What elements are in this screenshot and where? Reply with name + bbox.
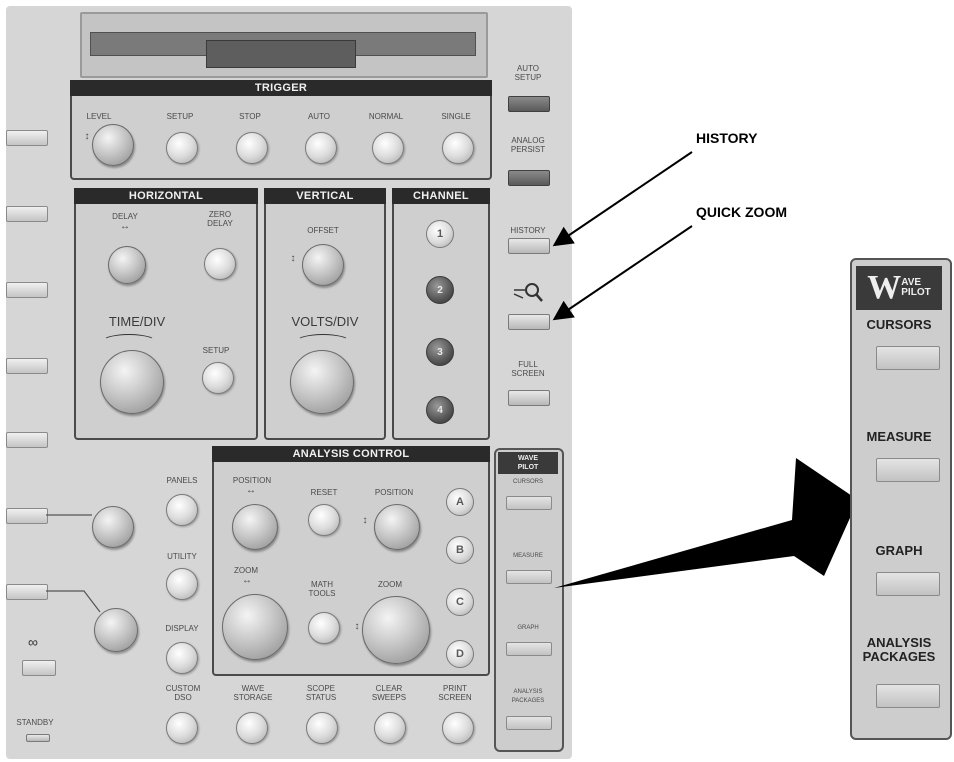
wp-large-analysis-packages-button[interactable] bbox=[876, 684, 940, 708]
wavepilot-logo-w: W bbox=[867, 269, 902, 306]
wp-large-cursors-label: CURSORS bbox=[866, 317, 932, 332]
wavepilot-logo-rest: AVE PILOT bbox=[901, 277, 931, 298]
wp-large-analysis-packages-label: ANALYSIS PACKAGES bbox=[862, 635, 936, 664]
wp-large-graph-button[interactable] bbox=[876, 572, 940, 596]
wp-large-cursors-button[interactable] bbox=[876, 346, 940, 370]
wp-large-measure-label: MEASURE bbox=[866, 429, 932, 444]
history-callout: HISTORY bbox=[696, 130, 758, 146]
callout-arrows bbox=[552, 151, 858, 588]
wavepilot-logo-large: W AVE PILOT bbox=[856, 266, 942, 310]
wp-large-graph-label: GRAPH bbox=[875, 543, 923, 558]
wp-large-measure-button[interactable] bbox=[876, 458, 940, 482]
quick-zoom-callout: QUICK ZOOM bbox=[696, 204, 787, 220]
